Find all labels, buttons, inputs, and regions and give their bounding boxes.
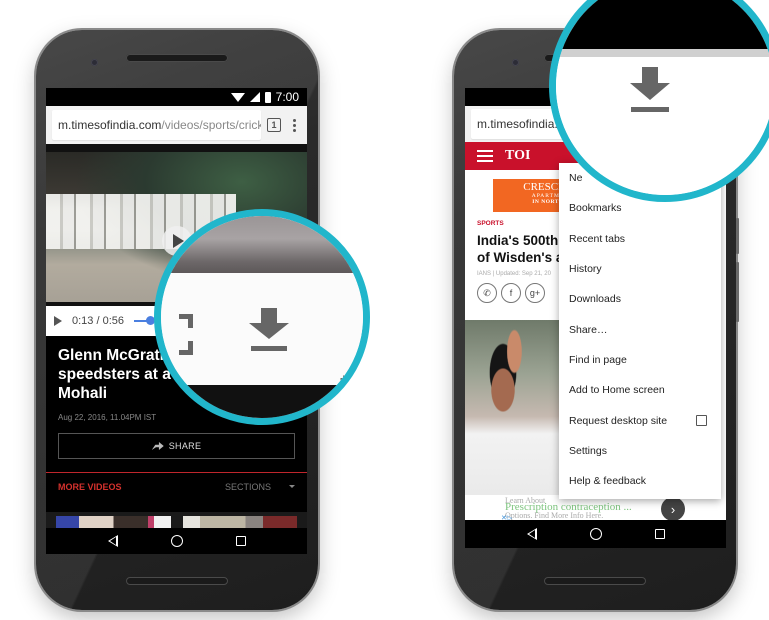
url-field[interactable]: m.timesofindia.com/videos/sports/crick xyxy=(52,110,261,140)
menu-item-label: Recent tabs xyxy=(569,232,626,245)
menu-item-share[interactable]: Share… xyxy=(559,314,721,344)
recents-icon[interactable] xyxy=(235,536,246,546)
bottom-speaker xyxy=(544,577,646,585)
back-icon[interactable] xyxy=(107,535,118,547)
more-videos-bar: MORE VIDEOS SECTIONS xyxy=(46,472,307,500)
menu-item-label: Share… xyxy=(569,323,608,336)
battery-icon xyxy=(264,91,271,103)
recents-icon[interactable] xyxy=(654,529,665,539)
magnified-dark-area xyxy=(161,385,363,418)
magnified-status-area xyxy=(556,0,769,49)
status-time: 7:00 xyxy=(275,90,299,104)
android-nav-bar xyxy=(46,528,307,554)
facebook-icon[interactable]: f xyxy=(501,283,521,303)
menu-item-label: History xyxy=(569,263,602,276)
url-domain: m.timesofindia.com xyxy=(58,118,162,132)
share-icon xyxy=(151,442,164,450)
top-speaker xyxy=(126,54,228,62)
more-vert-icon[interactable] xyxy=(287,118,301,132)
menu-item-request-desktop-site[interactable]: Request desktop site xyxy=(559,405,721,435)
magnified-video-strip xyxy=(161,216,363,273)
google-plus-icon[interactable]: g+ xyxy=(525,283,545,303)
video-thumbnails xyxy=(46,512,307,532)
url-text: m.timesofindia. xyxy=(477,117,558,131)
menu-item-settings[interactable]: Settings xyxy=(559,436,721,466)
desktop-site-checkbox[interactable] xyxy=(696,415,707,427)
article-photo xyxy=(465,320,560,495)
zoom-magnifier-download xyxy=(549,0,769,202)
menu-item-label: Add to Home screen xyxy=(569,384,665,397)
whatsapp-icon[interactable]: ✆ xyxy=(477,283,497,303)
menu-item-label: Request desktop site xyxy=(569,414,668,427)
menu-item-label: Find in page xyxy=(569,353,627,366)
tab-switcher-button[interactable]: 1 xyxy=(267,118,281,132)
android-nav-bar xyxy=(465,520,726,548)
magnified-toolbar-edge xyxy=(556,49,769,57)
chevron-down-icon[interactable] xyxy=(289,485,295,488)
chrome-overflow-menu: Ne Bookmarks Recent tabs History Downloa… xyxy=(559,163,721,499)
bottom-ad[interactable]: Learn About Prescription contraception .… xyxy=(465,495,726,522)
back-icon[interactable] xyxy=(526,528,537,540)
menu-item-label: Downloads xyxy=(569,293,621,306)
menu-item-recent-tabs[interactable]: Recent tabs xyxy=(559,224,721,254)
share-label: SHARE xyxy=(168,441,202,451)
video-time: 0:13 / 0:56 xyxy=(72,315,124,327)
download-icon[interactable] xyxy=(249,308,289,352)
menu-item-help-feedback[interactable]: Help & feedback xyxy=(559,466,721,496)
menu-item-label: Settings xyxy=(569,444,607,457)
play-icon[interactable] xyxy=(54,316,62,326)
stage: 7:00 m.timesofindia.com/videos/sports/cr… xyxy=(0,0,769,620)
hamburger-menu-icon[interactable] xyxy=(477,150,493,162)
ad-line: Options. Find More Info Here. xyxy=(505,511,604,520)
side-button xyxy=(736,218,739,254)
bottom-speaker xyxy=(126,577,228,585)
front-camera xyxy=(91,59,98,66)
signal-icon xyxy=(249,92,260,102)
home-icon[interactable] xyxy=(170,535,183,547)
front-camera xyxy=(512,59,519,66)
download-icon[interactable] xyxy=(630,67,670,113)
menu-item-label: Bookmarks xyxy=(569,202,622,215)
url-path: /videos/sports/crick xyxy=(161,118,261,132)
share-button[interactable]: SHARE xyxy=(58,433,295,459)
menu-item-history[interactable]: History xyxy=(559,254,721,284)
side-button xyxy=(736,262,739,322)
sections-dropdown[interactable]: SECTIONS xyxy=(225,482,271,492)
site-logo[interactable]: TOI xyxy=(505,148,530,164)
ad-go-button[interactable]: › xyxy=(661,497,685,521)
magnified-menu-top xyxy=(556,57,769,195)
magnified-player-controls xyxy=(161,273,363,412)
zoom-magnifier-controls xyxy=(154,209,370,425)
menu-item-find-in-page[interactable]: Find in page xyxy=(559,345,721,375)
wifi-icon xyxy=(230,92,245,102)
menu-item-label: Help & feedback xyxy=(569,475,647,488)
menu-item-downloads[interactable]: Downloads xyxy=(559,284,721,314)
more-videos-tab[interactable]: MORE VIDEOS xyxy=(58,482,225,492)
home-icon[interactable] xyxy=(589,528,602,540)
browser-toolbar: m.timesofindia.com/videos/sports/crick 1 xyxy=(46,106,307,144)
menu-item-add-to-home-screen[interactable]: Add to Home screen xyxy=(559,375,721,405)
status-bar: 7:00 xyxy=(46,88,307,106)
